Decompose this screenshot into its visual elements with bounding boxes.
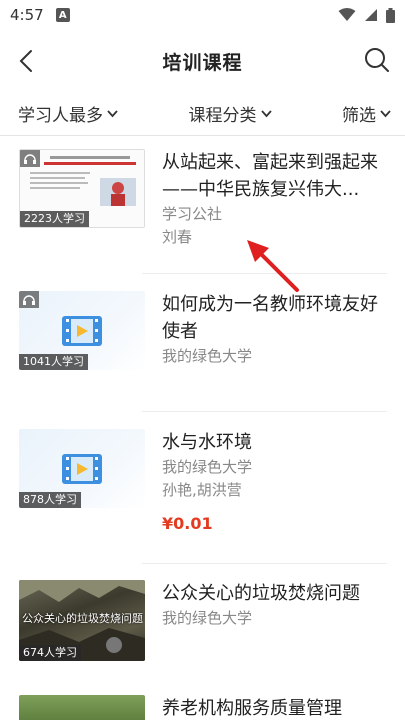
course-price: ¥0.01	[162, 514, 213, 533]
screen-filter-dropdown[interactable]: 筛选	[342, 101, 391, 126]
course-author: 孙艳,胡洪营	[162, 481, 242, 499]
course-publisher: 我的绿色大学	[162, 458, 253, 476]
learner-count-badge: 674人学习	[19, 645, 81, 661]
course-item[interactable]: 公众关心的垃圾焚烧问题 674人学习 公众关心的垃圾焚烧问题 我的绿色大学	[0, 564, 405, 685]
learner-count-badge: 878人学习	[19, 492, 81, 508]
search-icon	[365, 48, 389, 72]
status-bar: 4:57 A	[0, 0, 405, 30]
chevron-down-icon	[260, 110, 272, 118]
learner-count-badge: 2223人学习	[20, 211, 89, 227]
course-title: 公众关心的垃圾焚烧问题	[162, 583, 360, 604]
course-item[interactable]: 1041人学习 如何成为一名教师环境友好使者 我的绿色大学	[0, 274, 405, 412]
course-item[interactable]: 养老机构服务质量管理	[0, 685, 405, 720]
chevron-down-icon	[107, 110, 118, 118]
course-info: 公众关心的垃圾焚烧问题 我的绿色大学	[162, 580, 405, 630]
course-info: 从站起来、富起来到强起来——中华民族复兴伟大... 学习公社 刘春	[162, 149, 405, 249]
category-filter-dropdown[interactable]: 课程分类	[189, 101, 272, 126]
course-info: 养老机构服务质量管理	[162, 695, 405, 720]
course-publisher: 我的绿色大学	[162, 347, 253, 365]
course-list: 2223人学习 从站起来、富起来到强起来——中华民族复兴伟大... 学习公社 刘…	[0, 136, 405, 720]
course-publisher: 学习公社	[162, 205, 223, 223]
headphones-icon	[24, 153, 36, 164]
course-title: 水与水环境	[162, 432, 252, 453]
headphones-icon	[23, 294, 35, 305]
signal-icon	[365, 9, 377, 21]
audio-badge	[20, 150, 40, 167]
back-button[interactable]	[12, 47, 40, 75]
filter-bar: 学习人最多 课程分类 筛选	[0, 92, 405, 136]
course-publisher: 我的绿色大学	[162, 609, 253, 627]
status-time: 4:57	[10, 6, 44, 24]
course-title: 如何成为一名教师环境友好使者	[162, 294, 378, 342]
battery-icon	[386, 7, 395, 23]
audio-badge	[19, 291, 39, 308]
app-header: 培训课程	[0, 30, 405, 92]
course-thumbnail: 2223人学习	[19, 149, 145, 228]
video-placeholder-icon	[62, 315, 102, 346]
course-thumbnail: 公众关心的垃圾焚烧问题 674人学习	[19, 580, 145, 661]
course-info: 水与水环境 我的绿色大学 孙艳,胡洪营 ¥0.01	[162, 429, 405, 533]
course-title: 养老机构服务质量管理	[162, 698, 342, 719]
annotation-arrow-icon	[247, 240, 299, 292]
page-title: 培训课程	[162, 51, 243, 74]
course-item[interactable]: 2223人学习 从站起来、富起来到强起来——中华民族复兴伟大... 学习公社 刘…	[0, 136, 405, 274]
course-info: 如何成为一名教师环境友好使者 我的绿色大学	[162, 291, 405, 368]
category-filter-label: 课程分类	[188, 106, 257, 126]
sort-filter-dropdown[interactable]: 学习人最多	[18, 101, 118, 126]
course-item[interactable]: 878人学习 水与水环境 我的绿色大学 孙艳,胡洪营 ¥0.01	[0, 412, 405, 564]
search-button[interactable]	[363, 46, 391, 74]
course-title: 从站起来、富起来到强起来——中华民族复兴伟大...	[162, 152, 378, 200]
course-thumbnail: 1041人学习	[19, 291, 145, 370]
course-thumbnail: 878人学习	[19, 429, 145, 508]
thumbnail-caption: 公众关心的垃圾焚烧问题	[22, 612, 143, 625]
chevron-left-icon	[19, 50, 32, 72]
sort-filter-label: 学习人最多	[18, 106, 103, 126]
chevron-down-icon	[380, 110, 391, 118]
learner-count-badge: 1041人学习	[19, 354, 88, 370]
course-thumbnail	[19, 695, 145, 720]
wifi-icon	[338, 8, 356, 21]
notification-icon: A	[55, 8, 70, 22]
screen-filter-label: 筛选	[342, 106, 376, 126]
video-placeholder-icon	[62, 453, 102, 484]
